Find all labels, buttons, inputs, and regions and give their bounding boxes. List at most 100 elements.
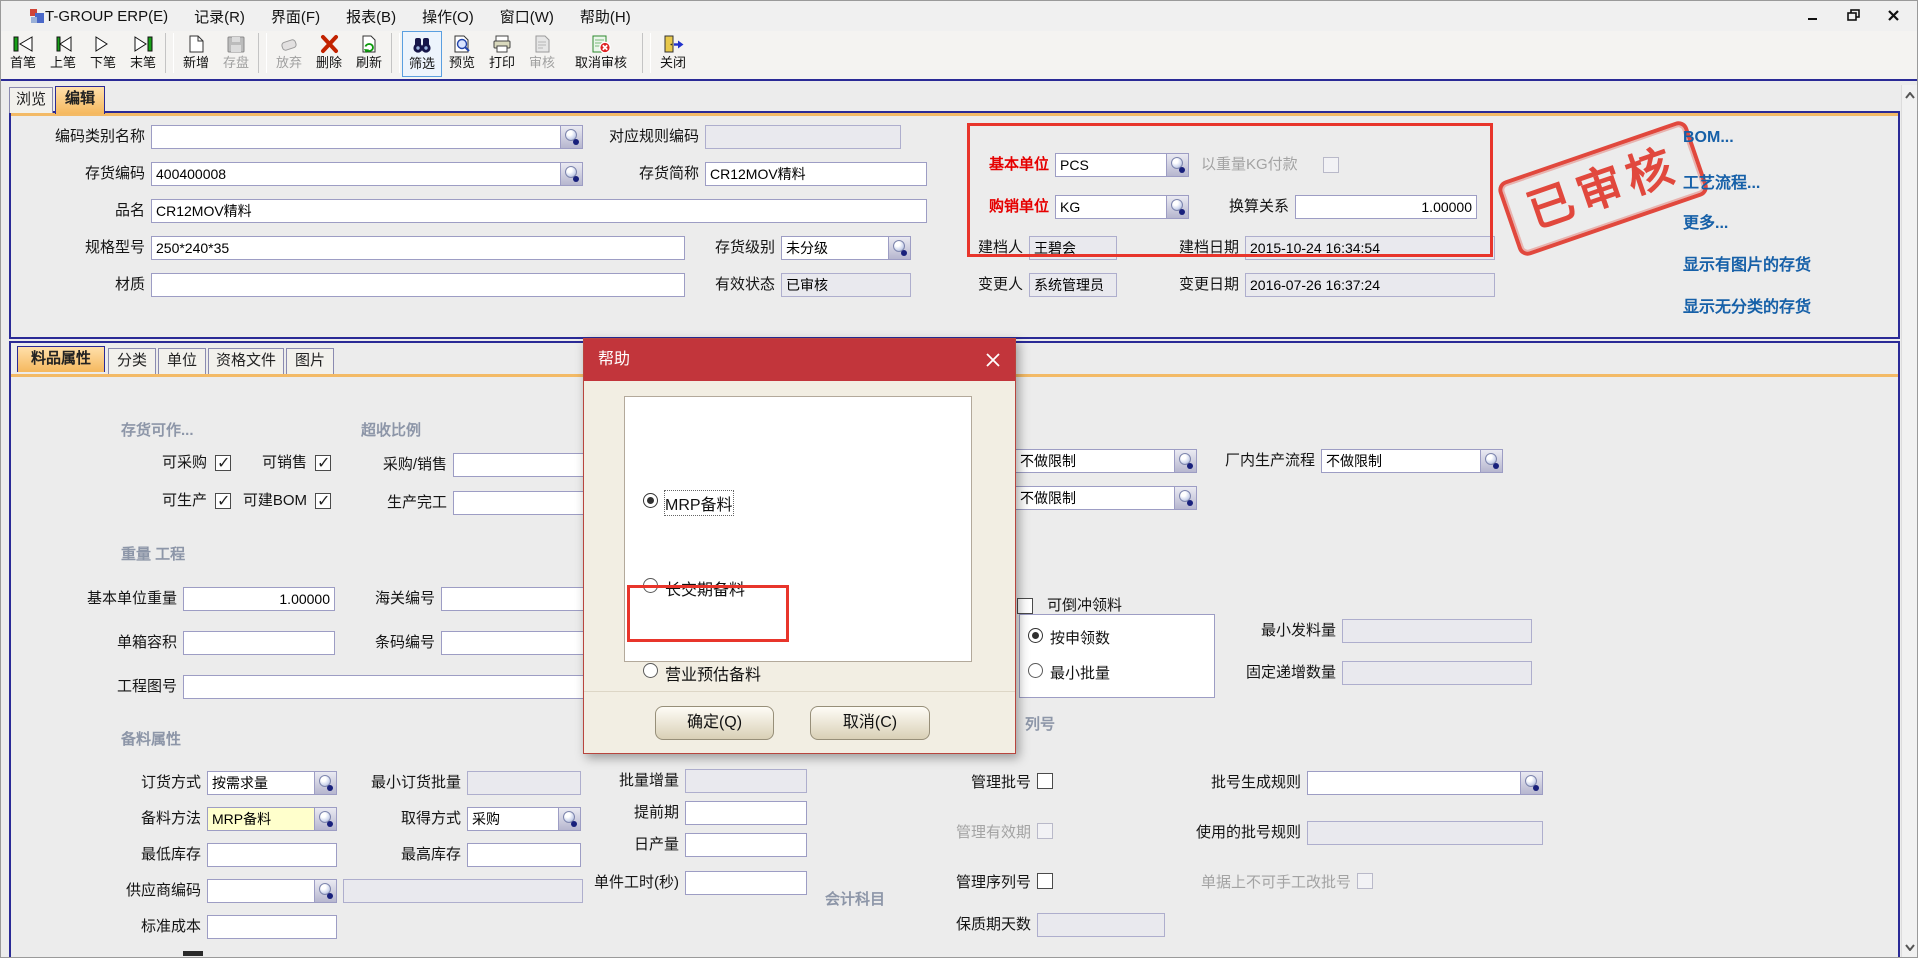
base-unit-field[interactable]: PCS: [1055, 153, 1189, 177]
lookup-icon[interactable]: [1520, 772, 1542, 794]
vertical-scrollbar[interactable]: [1901, 85, 1917, 958]
backflush-checkbox[interactable]: [1017, 598, 1033, 614]
trade-unit-field[interactable]: KG: [1055, 195, 1189, 219]
conversion-field[interactable]: 1.00000: [1295, 195, 1477, 219]
section-account: 会计科目: [825, 888, 885, 909]
min-stock-field[interactable]: [207, 843, 337, 867]
acquire-mode-field[interactable]: 采购: [467, 807, 581, 831]
close-window-button[interactable]: [1883, 5, 1903, 25]
ok-button[interactable]: 确定(Q): [655, 706, 774, 740]
item-name-field[interactable]: CR12MOV精料: [151, 199, 927, 223]
dialog-close-icon[interactable]: [983, 350, 1003, 370]
lookup-icon[interactable]: [1166, 196, 1188, 218]
lookup-icon[interactable]: [560, 126, 582, 148]
bomable-checkbox[interactable]: [315, 493, 331, 509]
menu-window[interactable]: 窗口(W): [500, 6, 554, 27]
std-cost-label: 标准成本: [121, 915, 201, 939]
box-volume-field[interactable]: [183, 631, 335, 655]
show-items-with-image-link[interactable]: 显示有图片的存货: [1683, 251, 1811, 275]
refresh-button[interactable]: 刷新: [349, 31, 389, 77]
minimize-button[interactable]: [1803, 5, 1823, 25]
no-manual-batch-label: 单据上不可手工改批号: [1161, 871, 1351, 895]
min-batch-radio[interactable]: [1028, 663, 1043, 678]
purchasable-checkbox[interactable]: [215, 455, 231, 471]
issue-mode-radiogroup[interactable]: 按申领数 最小批量: [1019, 614, 1215, 698]
filter-button[interactable]: 筛选: [402, 31, 442, 77]
mrp-radio[interactable]: [643, 493, 658, 508]
subtab-image[interactable]: 图片: [286, 348, 334, 374]
code-category-field[interactable]: [151, 125, 583, 149]
app-window: T-GROUP ERP(E) 记录(R) 界面(F) 报表(B) 操作(O) 窗…: [0, 0, 1918, 958]
item-level-field[interactable]: 未分级: [781, 236, 911, 260]
used-batch-rule-label: 使用的批号规则: [1161, 821, 1301, 845]
manage-serial-checkbox[interactable]: [1037, 873, 1053, 889]
daily-output-label: 日产量: [601, 833, 679, 857]
lookup-icon[interactable]: [1166, 154, 1188, 176]
batch-rule-field[interactable]: [1307, 771, 1543, 795]
bom-link[interactable]: BOM...: [1683, 129, 1734, 147]
producible-checkbox[interactable]: [215, 493, 231, 509]
menu-interface[interactable]: 界面(F): [271, 6, 320, 27]
menu-tgroup-erp[interactable]: T-GROUP ERP(E): [45, 8, 168, 25]
tab-edit[interactable]: 编辑: [55, 86, 105, 114]
new-button[interactable]: 新增: [176, 31, 216, 77]
menu-report[interactable]: 报表(B): [346, 6, 396, 27]
material-field[interactable]: [151, 273, 685, 297]
by-request-radio[interactable]: [1028, 628, 1043, 643]
cancel-audit-button[interactable]: 取消审核: [562, 31, 640, 77]
subtab-unit[interactable]: 单位: [158, 348, 206, 374]
tab-browse[interactable]: 浏览: [9, 87, 53, 113]
no-limit-field-1[interactable]: 不做限制: [1015, 449, 1197, 473]
toolbar-separator: [391, 33, 400, 73]
process-flow-link[interactable]: 工艺流程...: [1683, 169, 1760, 193]
base-unit-weight-field[interactable]: 1.00000: [183, 587, 335, 611]
factory-flow-field[interactable]: 不做限制: [1321, 449, 1503, 473]
unit-hours-field[interactable]: [685, 871, 807, 895]
menu-operation[interactable]: 操作(O): [422, 6, 474, 27]
lookup-icon[interactable]: [1174, 450, 1196, 472]
first-record-button[interactable]: 首笔: [3, 31, 43, 77]
lookup-icon[interactable]: [558, 808, 580, 830]
spec-field[interactable]: 250*240*35: [151, 236, 685, 260]
manage-batch-checkbox[interactable]: [1037, 773, 1053, 789]
cancel-button[interactable]: 取消(C): [810, 706, 930, 740]
item-code-field[interactable]: 400400008: [151, 162, 583, 186]
lookup-icon[interactable]: [314, 880, 336, 902]
next-record-button[interactable]: 下笔: [83, 31, 123, 77]
pay-by-weight-label: 以重量KG付款: [1201, 153, 1317, 177]
long-lead-radio[interactable]: [643, 578, 658, 593]
daily-output-field[interactable]: [685, 833, 807, 857]
no-limit-field-2[interactable]: 不做限制: [1015, 486, 1197, 510]
subtab-qualification[interactable]: 资格文件: [208, 348, 284, 374]
order-mode-field[interactable]: 按需求量: [207, 771, 337, 795]
supplier-code-field[interactable]: [207, 879, 337, 903]
show-unclassified-items-link[interactable]: 显示无分类的存货: [1683, 293, 1811, 317]
delete-button[interactable]: 删除: [309, 31, 349, 77]
scroll-up-arrow[interactable]: [1902, 87, 1918, 103]
more-link[interactable]: 更多...: [1683, 209, 1728, 233]
sales-forecast-radio[interactable]: [643, 663, 658, 678]
menu-record[interactable]: 记录(R): [194, 6, 245, 27]
lookup-icon[interactable]: [1480, 450, 1502, 472]
scroll-down-arrow[interactable]: [1902, 939, 1918, 955]
menu-help[interactable]: 帮助(H): [580, 6, 631, 27]
lead-time-field[interactable]: [685, 801, 807, 825]
subtab-item-attributes[interactable]: 料品属性: [17, 346, 105, 372]
sellable-checkbox[interactable]: [315, 455, 331, 471]
preview-button[interactable]: 预览: [442, 31, 482, 77]
lookup-icon[interactable]: [888, 237, 910, 259]
lookup-icon[interactable]: [1174, 487, 1196, 509]
prep-method-field[interactable]: MRP备料: [207, 807, 337, 831]
subtab-category[interactable]: 分类: [108, 348, 156, 374]
lookup-icon[interactable]: [314, 772, 336, 794]
lookup-icon[interactable]: [314, 808, 336, 830]
std-cost-field[interactable]: [207, 915, 337, 939]
item-short-name-field[interactable]: CR12MOV精料: [705, 162, 927, 186]
prev-record-button[interactable]: 上笔: [43, 31, 83, 77]
print-button[interactable]: 打印: [482, 31, 522, 77]
close-form-button[interactable]: 关闭: [653, 31, 693, 77]
max-stock-field[interactable]: [467, 843, 581, 867]
restore-button[interactable]: [1843, 5, 1863, 25]
last-record-button[interactable]: 末笔: [123, 31, 163, 77]
lookup-icon[interactable]: [560, 163, 582, 185]
